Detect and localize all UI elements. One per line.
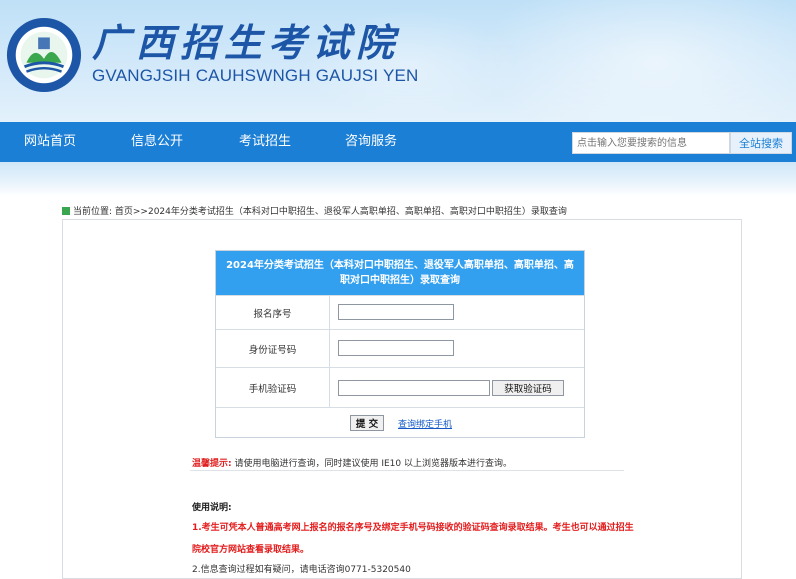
header-glow bbox=[476, 0, 796, 122]
submit-button[interactable]: 提 交 bbox=[350, 415, 384, 431]
sms-code-label: 手机验证码 bbox=[216, 368, 330, 407]
registration-number-label: 报名序号 bbox=[216, 296, 330, 329]
site-search-button[interactable]: 全站搜索 bbox=[730, 132, 792, 154]
nav-item-exam-enrollment[interactable]: 考试招生 bbox=[239, 122, 291, 162]
header-band bbox=[0, 162, 796, 196]
usage-line-2: 院校官方网站查看录取结果。 bbox=[192, 545, 310, 555]
arrow-right-icon bbox=[62, 207, 70, 215]
bind-phone-link[interactable]: 查询绑定手机 bbox=[398, 417, 452, 430]
site-search-input[interactable] bbox=[572, 132, 730, 154]
site-title: 广西招生考试院 bbox=[92, 20, 401, 65]
get-code-button[interactable]: 获取验证码 bbox=[492, 380, 564, 396]
usage-title: 使用说明: bbox=[192, 503, 232, 513]
tip-message: 温馨提示: 请使用电脑进行查询，同时建议使用 IE10 以上浏览器版本进行查询。 bbox=[192, 456, 512, 469]
site-header: 广西招生考试院 GVANGJSIH CAUHSWNGH GAUJSI YEN bbox=[0, 0, 796, 122]
breadcrumb-text: 当前位置: 首页>>2024年分类考试招生（本科对口中职招生、退役军人高职单招、… bbox=[73, 207, 567, 217]
usage-line-1: 1.考生可凭本人普通高考网上报名的报名序号及绑定手机号码接收的验证码查询录取结果… bbox=[192, 523, 634, 533]
nav-item-consulting[interactable]: 咨询服务 bbox=[345, 122, 397, 162]
nav-item-home[interactable]: 网站首页 bbox=[24, 122, 76, 162]
breadcrumb: 当前位置: 首页>>2024年分类考试招生（本科对口中职招生、退役军人高职单招、… bbox=[62, 204, 567, 217]
emblem-logo-icon[interactable] bbox=[5, 16, 83, 94]
site-subtitle: GVANGJSIH CAUHSWNGH GAUJSI YEN bbox=[92, 66, 419, 85]
nav-item-info-disclosure[interactable]: 信息公开 bbox=[131, 122, 183, 162]
tip-text: 请使用电脑进行查询，同时建议使用 IE10 以上浏览器版本进行查询。 bbox=[234, 459, 513, 469]
form-row-registration: 报名序号 bbox=[216, 295, 584, 329]
form-row-submit: 提 交 查询绑定手机 bbox=[216, 407, 584, 438]
id-number-input[interactable] bbox=[338, 340, 454, 356]
form-row-sms: 手机验证码 获取验证码 bbox=[216, 367, 584, 407]
tip-label: 温馨提示: bbox=[192, 459, 232, 469]
usage-line-3: 2.信息查询过程如有疑问，请电话咨询0771-5320540 bbox=[192, 565, 411, 575]
id-number-label: 身份证号码 bbox=[216, 330, 330, 367]
query-panel: 2024年分类考试招生（本科对口中职招生、退役军人高职单招、高职单招、高职对口中… bbox=[215, 250, 585, 438]
sms-code-input[interactable] bbox=[338, 380, 490, 396]
query-panel-title: 2024年分类考试招生（本科对口中职招生、退役军人高职单招、高职单招、高职对口中… bbox=[216, 251, 584, 295]
form-row-id: 身份证号码 bbox=[216, 329, 584, 367]
divider bbox=[190, 470, 624, 471]
registration-number-input[interactable] bbox=[338, 304, 454, 320]
